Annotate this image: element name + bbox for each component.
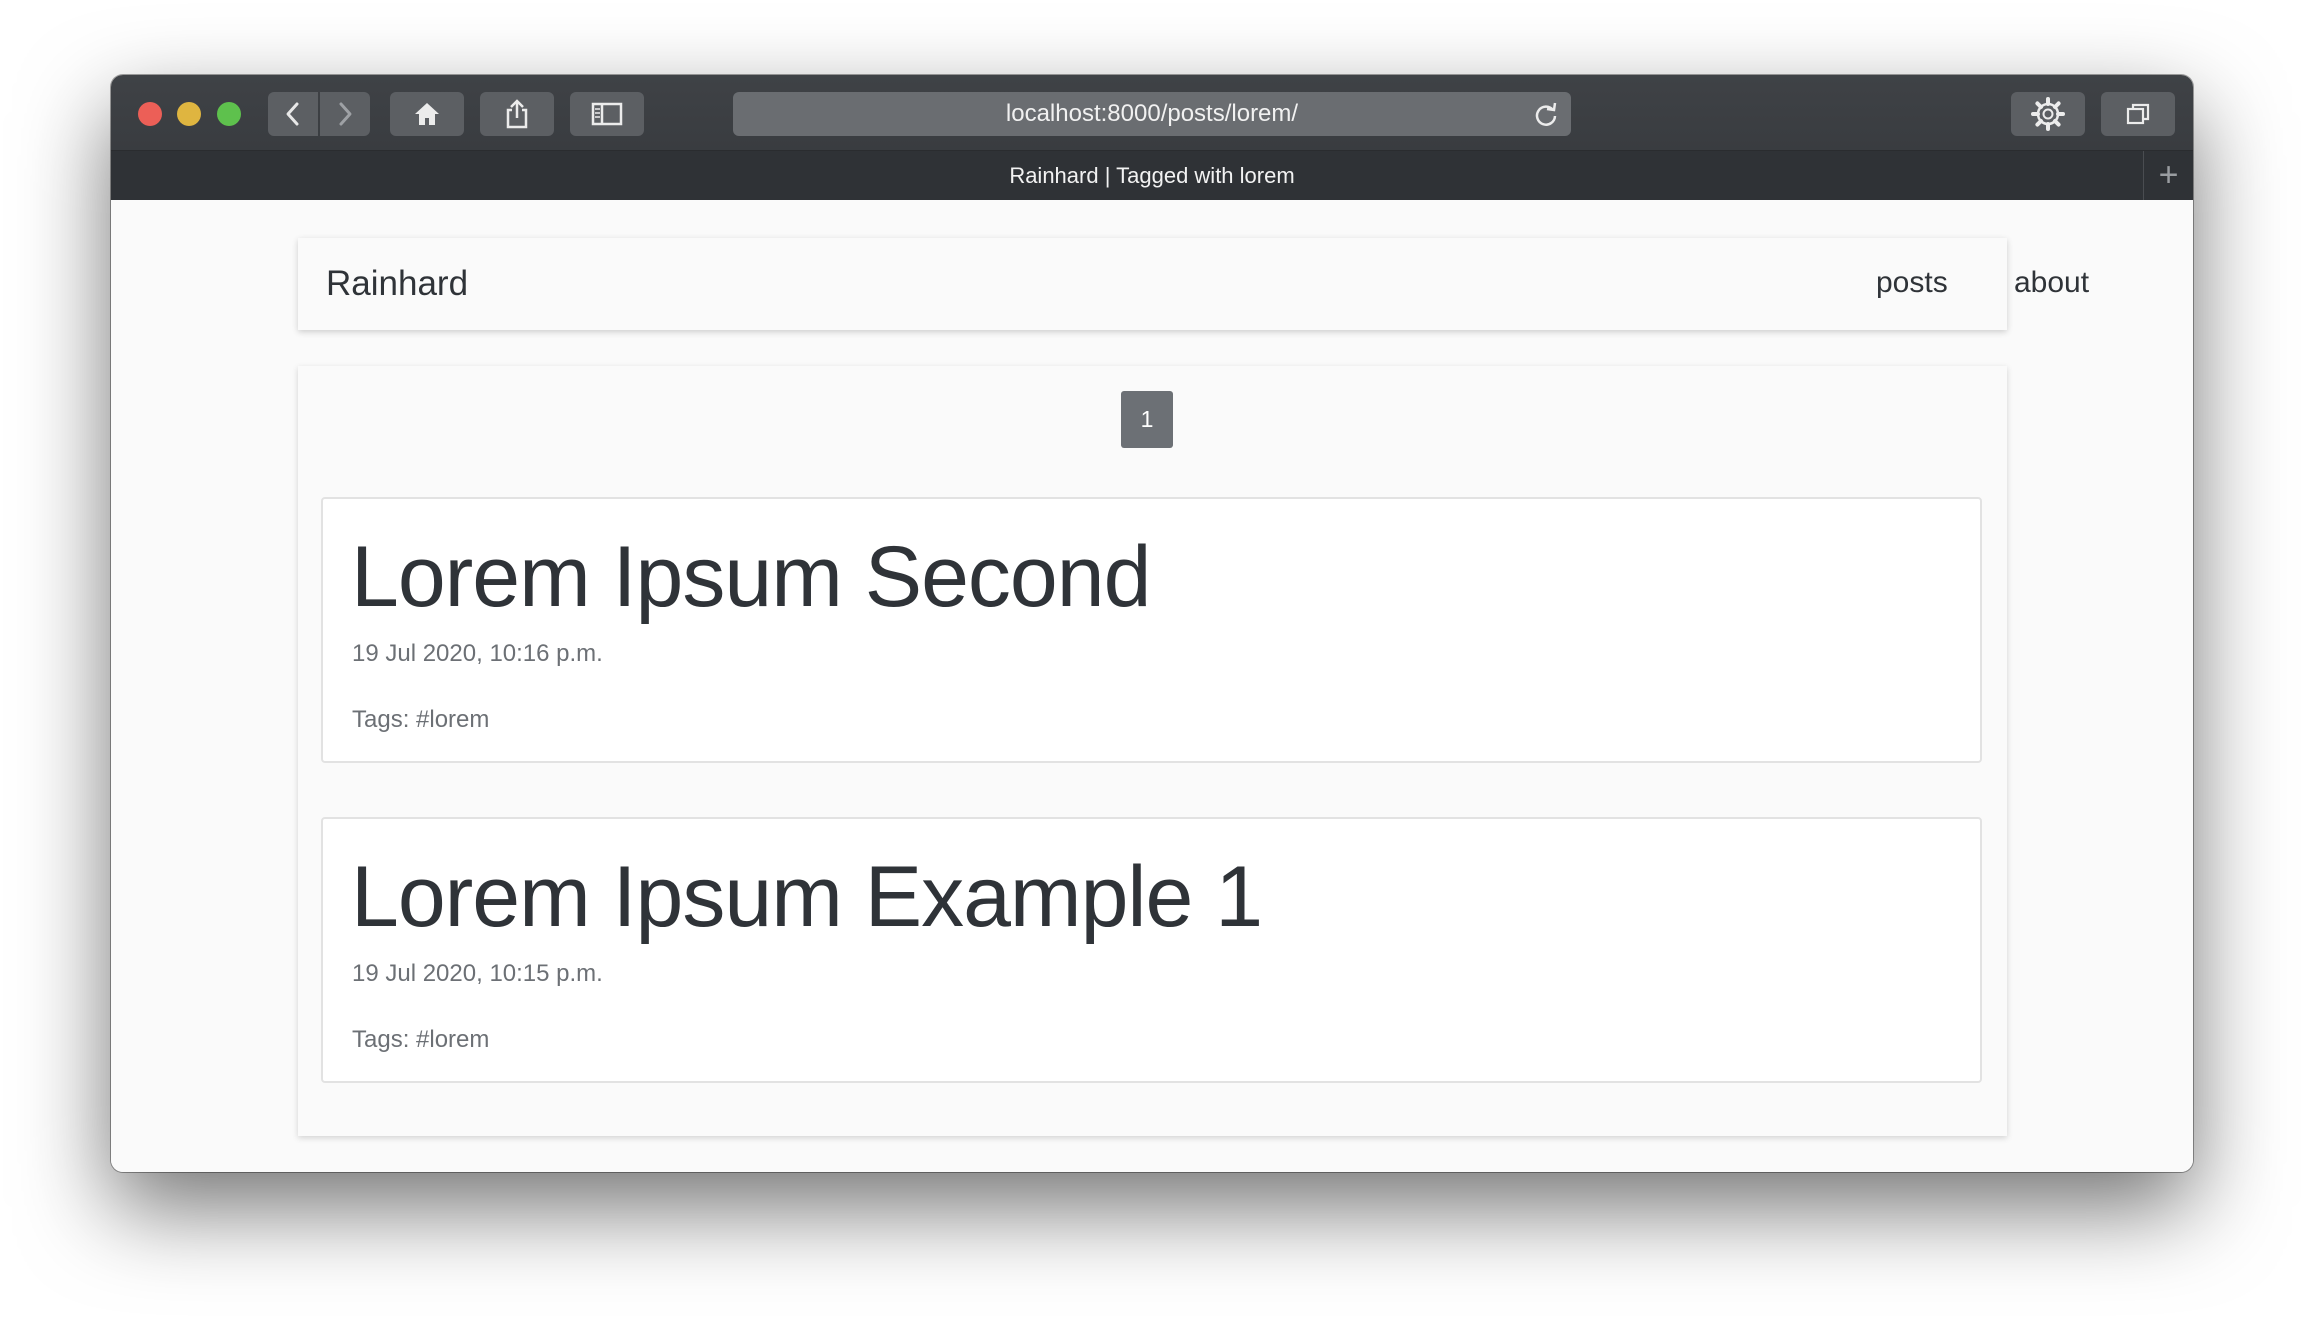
sidebar-icon [591, 102, 623, 126]
address-bar[interactable]: localhost:8000/posts/lorem/ [733, 92, 1571, 136]
reload-icon[interactable] [1533, 101, 1559, 127]
history-navigation [268, 92, 370, 136]
new-tab-button[interactable]: + [2143, 151, 2193, 200]
post-title-link[interactable]: Lorem Ipsum Example 1 [351, 854, 1263, 940]
settings-button[interactable] [2011, 92, 2085, 136]
close-window-button[interactable] [138, 102, 162, 126]
browser-toolbar: localhost:8000/posts/lorem/ [111, 75, 2193, 151]
post-tags[interactable]: Tags: #lorem [352, 1026, 489, 1054]
site-navbar: Rainhard posts about [298, 238, 2089, 330]
post-card: Lorem Ipsum Second 19 Jul 2020, 10:16 p.… [321, 497, 1982, 763]
settings-gear-icon [2031, 97, 2065, 131]
post-tags[interactable]: Tags: #lorem [352, 706, 489, 734]
post-date: 19 Jul 2020, 10:16 p.m. [352, 640, 603, 667]
posts-container: 1 Lorem Ipsum Second 19 Jul 2020, 10:16 … [298, 366, 2007, 1136]
page-content: Rainhard posts about 1 Lorem Ipsum Secon… [111, 201, 2193, 1172]
address-bar-url: localhost:8000/posts/lorem/ [1005, 100, 1299, 127]
nav-link-posts[interactable]: posts [1876, 238, 1948, 328]
share-button[interactable] [480, 92, 554, 136]
sidebar-toggle-button[interactable] [570, 92, 644, 136]
home-button[interactable] [390, 92, 464, 136]
active-tab-title[interactable]: Rainhard | Tagged with lorem [1009, 163, 1294, 189]
back-icon [286, 102, 299, 126]
home-icon [415, 103, 439, 125]
nav-link-about[interactable]: about [2014, 238, 2089, 328]
tab-overview-button[interactable] [2101, 92, 2175, 136]
post-title-link[interactable]: Lorem Ipsum Second [351, 534, 1151, 620]
back-button[interactable] [268, 92, 318, 136]
share-icon [506, 99, 528, 129]
forward-button[interactable] [320, 92, 370, 136]
pagination-page-1[interactable]: 1 [1121, 391, 1173, 448]
browser-window: localhost:8000/posts/lorem/ Rainhard | T… [111, 75, 2193, 1172]
tabs-overview-icon [2126, 103, 2150, 125]
plus-icon: + [2158, 156, 2179, 194]
post-date: 19 Jul 2020, 10:15 p.m. [352, 960, 603, 987]
forward-icon [339, 102, 352, 126]
tab-bar: Rainhard | Tagged with lorem + [111, 151, 2193, 200]
post-card: Lorem Ipsum Example 1 19 Jul 2020, 10:15… [321, 817, 1982, 1083]
zoom-window-button[interactable] [217, 102, 241, 126]
minimize-window-button[interactable] [177, 102, 201, 126]
site-brand-link[interactable]: Rainhard [326, 238, 468, 330]
